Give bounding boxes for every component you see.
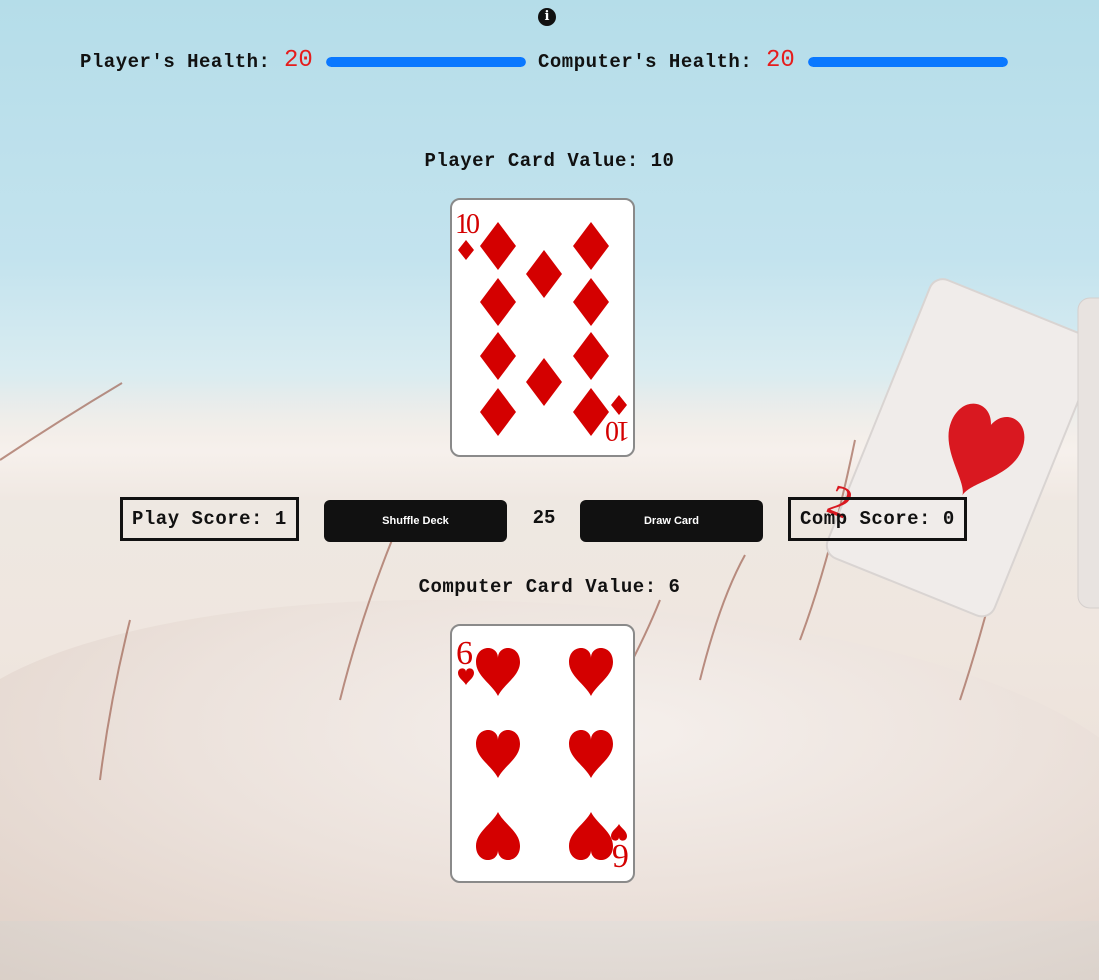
ten-of-diamonds-card-face: 10 10 [455, 209, 630, 446]
svg-text:6: 6 [456, 635, 473, 672]
deck-count: 25 [532, 507, 556, 529]
player-health-label: Player's Health: [80, 51, 271, 73]
health-bar-row: Player's Health: 20 Computer's Health: 2… [0, 47, 1099, 78]
draw-card-button[interactable]: Draw Card [580, 500, 763, 542]
info-icon[interactable]: i [538, 8, 556, 26]
background-playing-card-2-hearts: 2 [821, 278, 1099, 618]
computer-health-label: Computer's Health: [538, 51, 753, 73]
svg-text:10: 10 [455, 209, 479, 240]
computer-card: 6 6 [450, 624, 635, 883]
player-card: 10 10 [450, 198, 635, 457]
svg-text:6: 6 [612, 837, 629, 874]
shuffle-deck-button[interactable]: Shuffle Deck [324, 500, 507, 542]
computer-health-bar [808, 57, 1008, 67]
computer-card-value: Computer Card Value: 6 [418, 576, 681, 598]
player-card-value: Player Card Value: 10 [424, 150, 675, 172]
computer-health-bar-fill [808, 57, 1008, 67]
player-health-value: 20 [284, 47, 313, 74]
svg-text:10: 10 [606, 415, 630, 446]
computer-health-value: 20 [766, 47, 795, 74]
player-health-bar [326, 57, 526, 67]
computer-score-box: Comp Score: 0 [788, 497, 967, 541]
player-health-bar-fill [326, 57, 526, 67]
player-score-box: Play Score: 1 [120, 497, 299, 541]
six-of-hearts-card-face: 6 6 [456, 635, 629, 874]
